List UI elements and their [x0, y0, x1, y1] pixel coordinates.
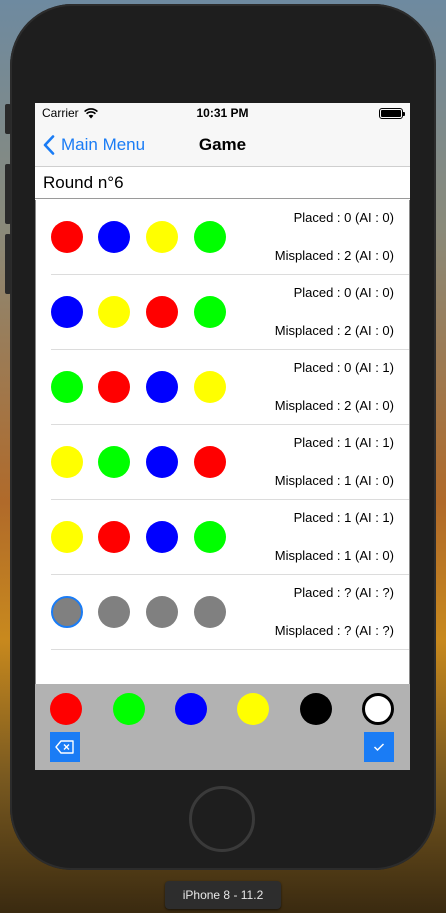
status-time: 10:31 PM [196, 106, 249, 120]
guess-row: Placed : 0 (AI : 1) Misplaced : 2 (AI : … [36, 350, 409, 425]
color-option[interactable] [237, 693, 269, 725]
peg [51, 371, 83, 403]
color-option[interactable] [300, 693, 332, 725]
status-bar: Carrier 10:31 PM [35, 103, 410, 123]
placed-count: Placed : 0 (AI : 1) [293, 360, 394, 375]
mute-switch [5, 104, 11, 134]
guess-row: Placed : 1 (AI : 1) Misplaced : 1 (AI : … [36, 425, 409, 500]
navigation-bar: Main Menu Game [35, 123, 410, 167]
peg [146, 296, 178, 328]
peg [98, 521, 130, 553]
peg [98, 446, 130, 478]
placed-count: Placed : ? (AI : ?) [293, 585, 394, 600]
placed-count: Placed : 0 (AI : 0) [293, 285, 394, 300]
misplaced-count: Misplaced : 1 (AI : 0) [274, 473, 394, 488]
misplaced-count: Misplaced : 2 (AI : 0) [274, 323, 394, 338]
peg [194, 296, 226, 328]
misplaced-count: Misplaced : ? (AI : ?) [274, 623, 394, 638]
home-button[interactable] [189, 786, 255, 852]
peg [51, 446, 83, 478]
guess-row: Placed : 1 (AI : 1) Misplaced : 1 (AI : … [36, 500, 409, 575]
placed-count: Placed : 0 (AI : 0) [293, 210, 394, 225]
peg [194, 221, 226, 253]
confirm-button[interactable] [364, 732, 394, 762]
color-option[interactable] [175, 693, 207, 725]
volume-down-button [5, 234, 11, 294]
peg [146, 221, 178, 253]
guesses-table: Placed : 0 (AI : 0) Misplaced : 2 (AI : … [35, 200, 410, 684]
peg [98, 371, 130, 403]
color-option[interactable] [50, 693, 82, 725]
peg [194, 446, 226, 478]
peg [146, 446, 178, 478]
peg [51, 521, 83, 553]
back-button[interactable]: Main Menu [35, 135, 145, 155]
placed-count: Placed : 1 (AI : 1) [293, 510, 394, 525]
chevron-left-icon [43, 134, 55, 155]
battery-icon [379, 107, 405, 119]
device-screen: Carrier 10:31 PM Main Menu Game Round n°… [35, 103, 410, 770]
guess-row: Placed : 0 (AI : 0) Misplaced : 2 (AI : … [36, 200, 409, 275]
guess-row: Placed : 0 (AI : 0) Misplaced : 2 (AI : … [36, 275, 409, 350]
checkmark-icon [373, 743, 385, 752]
misplaced-count: Misplaced : 2 (AI : 0) [274, 398, 394, 413]
current-guess-row: Placed : ? (AI : ?) Misplaced : ? (AI : … [36, 575, 409, 650]
color-picker [35, 684, 410, 770]
placed-count: Placed : 1 (AI : 1) [293, 435, 394, 450]
volume-up-button [5, 164, 11, 224]
peg [98, 221, 130, 253]
guess-slot[interactable] [146, 596, 178, 628]
peg [194, 371, 226, 403]
color-option[interactable] [362, 693, 394, 725]
peg [146, 371, 178, 403]
peg [194, 521, 226, 553]
delete-button[interactable] [50, 732, 80, 762]
back-button-label: Main Menu [61, 134, 146, 154]
backspace-icon [55, 740, 74, 754]
misplaced-count: Misplaced : 1 (AI : 0) [274, 548, 394, 563]
peg [51, 221, 83, 253]
guess-slot[interactable] [194, 596, 226, 628]
round-label: Round n°6 [35, 167, 410, 199]
peg [98, 296, 130, 328]
misplaced-count: Misplaced : 2 (AI : 0) [274, 248, 394, 263]
guess-slot[interactable] [51, 596, 83, 628]
peg [51, 296, 83, 328]
guess-slot[interactable] [98, 596, 130, 628]
color-option[interactable] [113, 693, 145, 725]
device-label: iPhone 8 - 11.2 [165, 881, 281, 909]
peg [146, 521, 178, 553]
